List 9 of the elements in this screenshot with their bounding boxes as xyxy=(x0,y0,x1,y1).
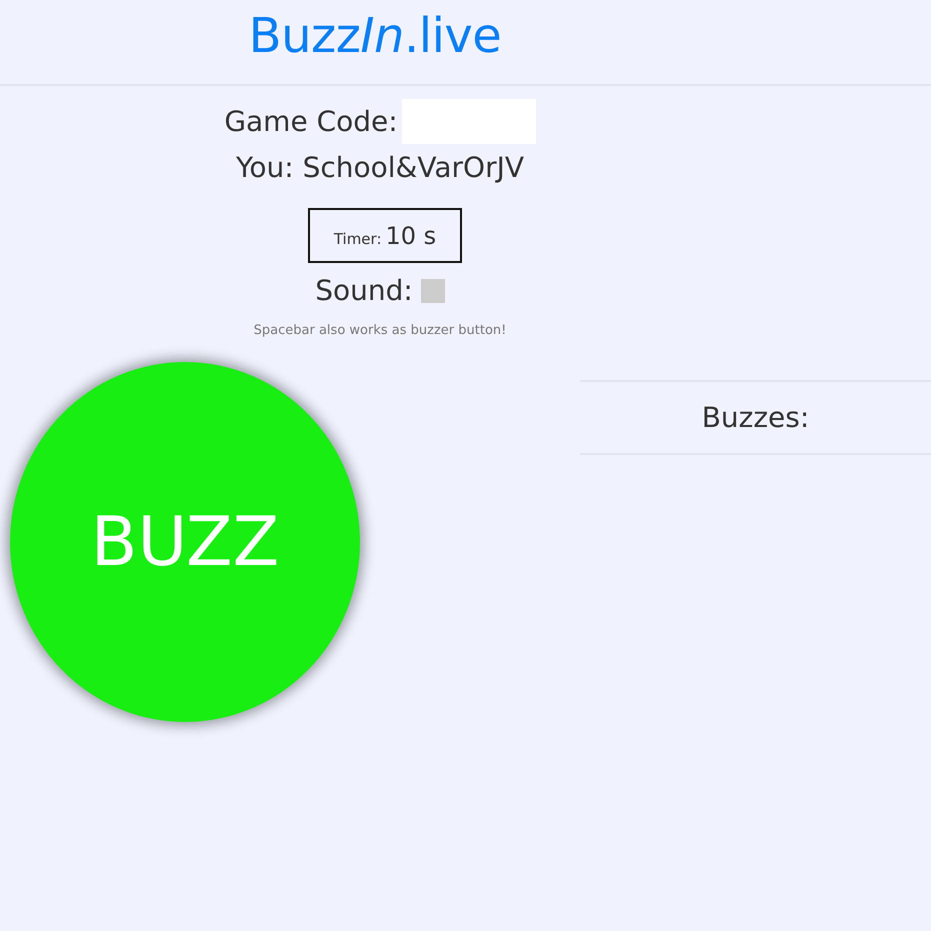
game-code-label: Game Code: xyxy=(224,104,398,140)
sound-checkbox[interactable] xyxy=(420,279,445,303)
buzz-button[interactable]: BUZZ xyxy=(10,362,360,722)
player-name: You: School&VarOrJV xyxy=(236,150,524,186)
buzzes-heading: Buzzes: xyxy=(702,401,810,434)
hint-text: Spacebar also works as buzzer button! xyxy=(254,322,506,340)
site-title: BuzzIn.live xyxy=(248,7,502,66)
sound-label: Sound: xyxy=(315,273,413,309)
timer-display: Timer: 10 s xyxy=(308,208,462,263)
